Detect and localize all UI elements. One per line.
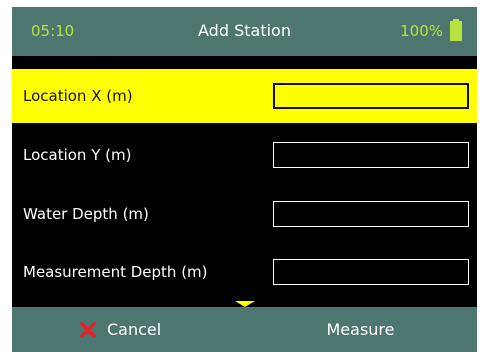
form-row-measurement-depth[interactable]: Measurement Depth (m) xyxy=(12,245,477,299)
cancel-button[interactable]: Cancel xyxy=(12,307,244,352)
water-depth-label: Water Depth (m) xyxy=(23,205,149,223)
location-y-input[interactable] xyxy=(273,142,469,168)
measurement-depth-label: Measurement Depth (m) xyxy=(23,263,208,281)
location-y-label: Location Y (m) xyxy=(23,146,132,164)
form-row-location-y[interactable]: Location Y (m) xyxy=(12,128,477,182)
cancel-label: Cancel xyxy=(107,320,162,339)
location-x-label: Location X (m) xyxy=(23,87,133,105)
measurement-depth-input[interactable] xyxy=(273,259,469,285)
device-screen: 05:10 Add Station 100% Location X (m) Lo… xyxy=(12,7,477,352)
measure-label: Measure xyxy=(326,320,395,339)
close-icon xyxy=(80,322,96,338)
status-bar: 05:10 Add Station 100% xyxy=(12,7,477,56)
location-x-input[interactable] xyxy=(273,83,469,109)
measure-button[interactable]: Measure xyxy=(244,307,477,352)
battery-percentage: 100% xyxy=(400,22,443,40)
battery-fill xyxy=(450,21,462,41)
water-depth-input[interactable] xyxy=(273,201,469,227)
form-row-location-x[interactable]: Location X (m) xyxy=(12,69,477,123)
battery-icon xyxy=(450,19,462,41)
bottom-action-bar: Cancel Measure xyxy=(12,307,477,352)
form-row-water-depth[interactable]: Water Depth (m) xyxy=(12,187,477,241)
